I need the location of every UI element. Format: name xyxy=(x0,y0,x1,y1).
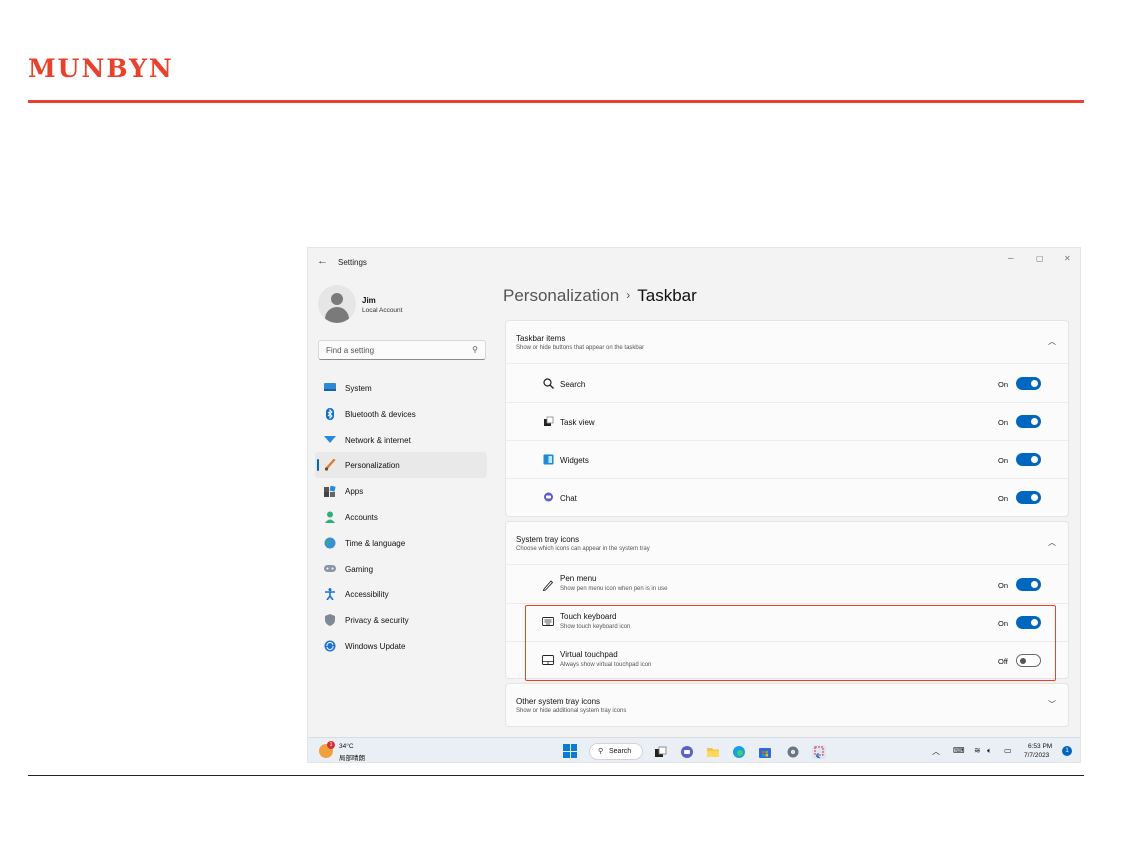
sidebar-item-privacy[interactable]: Privacy & security xyxy=(315,607,487,633)
breadcrumb-parent[interactable]: Personalization xyxy=(503,286,619,305)
apps-icon xyxy=(324,485,336,498)
setting-row-pen-menu: Pen menu Show pen menu icon when pen is … xyxy=(506,566,1068,604)
update-icon xyxy=(324,640,336,652)
system-icon xyxy=(324,382,336,393)
chat-icon xyxy=(542,492,554,504)
close-button[interactable]: ✕ xyxy=(1064,254,1071,263)
sidebar-item-personalization[interactable]: Personalization xyxy=(315,452,487,479)
setting-row-touch-keyboard: Touch keyboard Show touch keyboard icon … xyxy=(506,604,1068,642)
widgets-icon xyxy=(542,454,554,466)
globe-icon xyxy=(324,537,336,549)
other-tray-header[interactable]: Other system tray icons Show or hide add… xyxy=(506,684,1068,726)
sidebar-item-accounts[interactable]: Accounts xyxy=(315,504,487,530)
maximize-button[interactable]: ▢ xyxy=(1036,254,1044,263)
system-tray-header[interactable]: System tray icons Choose which icons can… xyxy=(506,522,1068,565)
taskbar-search[interactable]: ⚲ Search xyxy=(589,743,643,760)
search-placeholder: Find a setting xyxy=(326,346,375,355)
sidebar-item-windows-update[interactable]: Windows Update xyxy=(315,633,487,659)
setting-row-task-view: Task view On xyxy=(506,403,1068,441)
taskbar-items-section: Taskbar items Show or hide buttons that … xyxy=(505,320,1069,517)
task-view-toggle[interactable] xyxy=(1016,415,1041,428)
header-divider xyxy=(28,100,1084,103)
accounts-icon xyxy=(324,511,336,523)
settings-gear-icon[interactable] xyxy=(786,745,800,759)
clock-date[interactable]: 7/7/2023 xyxy=(1024,752,1049,759)
sidebar-item-network[interactable]: Network & internet xyxy=(315,427,487,453)
pen-menu-toggle[interactable] xyxy=(1016,578,1041,591)
setting-row-widgets: Widgets On xyxy=(506,441,1068,479)
teams-chat-icon[interactable] xyxy=(680,745,694,759)
chevron-down-icon: ﹀ xyxy=(1048,700,1056,709)
virtual-touchpad-toggle[interactable] xyxy=(1016,654,1041,667)
chat-toggle[interactable] xyxy=(1016,491,1041,504)
search-icon: ⚲ xyxy=(598,748,604,755)
sidebar-item-apps[interactable]: Apps xyxy=(315,478,487,504)
chevron-up-icon: ︿ xyxy=(1048,337,1056,346)
clock-time[interactable]: 6:53 PM xyxy=(1028,743,1052,750)
munbyn-logo: MUNBYN xyxy=(28,54,174,83)
settings-window: ← Settings – ▢ ✕ Jim Local Account Find … xyxy=(307,247,1081,763)
setting-row-search: Search On xyxy=(506,365,1068,403)
taskbar-items-header[interactable]: Taskbar items Show or hide buttons that … xyxy=(506,321,1068,364)
touchpad-icon xyxy=(542,655,554,667)
bluetooth-icon xyxy=(324,407,336,420)
network-icon xyxy=(324,434,336,445)
task-view-icon xyxy=(542,416,554,428)
search-icon: ⚲ xyxy=(472,345,478,354)
windows-taskbar: 1 34°C 局部晴朗 ⚲ Search ︿ ⌨ ≋ 🔈︎ ▭ 6:53 PM … xyxy=(308,737,1080,762)
weather-badge: 1 xyxy=(327,741,335,749)
snipping-tool-icon[interactable] xyxy=(812,745,826,759)
wifi-icon[interactable]: ≋ xyxy=(974,746,981,755)
weather-description: 局部晴朗 xyxy=(339,755,365,762)
shield-icon xyxy=(324,614,336,627)
start-button[interactable] xyxy=(563,744,577,758)
store-icon[interactable] xyxy=(758,745,772,759)
volume-icon[interactable]: 🔈︎ xyxy=(987,746,992,756)
sidebar-nav: System Bluetooth & devices Network & int… xyxy=(315,375,487,659)
system-tray-section: System tray icons Choose which icons can… xyxy=(505,521,1069,679)
file-explorer-icon[interactable] xyxy=(706,745,720,759)
avatar xyxy=(318,285,356,323)
setting-row-chat: Chat On xyxy=(506,479,1068,516)
page-title: Taskbar xyxy=(637,286,697,305)
account-type: Local Account xyxy=(362,307,403,314)
app-title: Settings xyxy=(338,258,367,267)
battery-icon[interactable]: ▭ xyxy=(1004,746,1012,755)
search-input[interactable]: Find a setting ⚲ xyxy=(318,340,486,360)
search-icon xyxy=(542,378,554,390)
chevron-up-icon[interactable]: ︿ xyxy=(932,746,940,757)
search-toggle[interactable] xyxy=(1016,377,1041,390)
sidebar-item-time-language[interactable]: Time & language xyxy=(315,530,487,556)
weather-temperature: 34°C xyxy=(339,743,354,750)
edge-icon[interactable] xyxy=(732,745,746,759)
sidebar-item-gaming[interactable]: Gaming xyxy=(315,556,487,582)
setting-row-virtual-touchpad: Virtual touchpad Always show virtual tou… xyxy=(506,642,1068,678)
other-tray-section: Other system tray icons Show or hide add… xyxy=(505,683,1069,727)
footer-divider xyxy=(28,775,1084,776)
page: MUNBYN ← Settings – ▢ ✕ Jim Local Accoun… xyxy=(0,0,1141,863)
brush-icon xyxy=(324,459,336,471)
back-arrow-icon[interactable]: ← xyxy=(317,255,328,267)
breadcrumb-separator: › xyxy=(626,288,631,302)
keyboard-icon xyxy=(542,617,554,629)
accessibility-icon xyxy=(324,588,336,601)
breadcrumb: Personalization › Taskbar xyxy=(503,286,697,306)
notification-badge[interactable]: 1 xyxy=(1062,746,1072,756)
user-name: Jim xyxy=(362,296,376,305)
task-view-icon[interactable] xyxy=(654,745,668,759)
chevron-up-icon: ︿ xyxy=(1048,538,1056,547)
keyboard-icon[interactable]: ⌨ xyxy=(953,746,965,755)
widgets-toggle[interactable] xyxy=(1016,453,1041,466)
gamepad-icon xyxy=(324,563,336,574)
minimize-button[interactable]: – xyxy=(1008,253,1014,264)
sidebar-item-system[interactable]: System xyxy=(315,375,487,401)
touch-keyboard-toggle[interactable] xyxy=(1016,616,1041,629)
sidebar-item-accessibility[interactable]: Accessibility xyxy=(315,581,487,607)
title-bar: ← Settings – ▢ ✕ xyxy=(308,248,1080,278)
sidebar-item-bluetooth[interactable]: Bluetooth & devices xyxy=(315,401,487,427)
pen-icon xyxy=(542,579,554,592)
